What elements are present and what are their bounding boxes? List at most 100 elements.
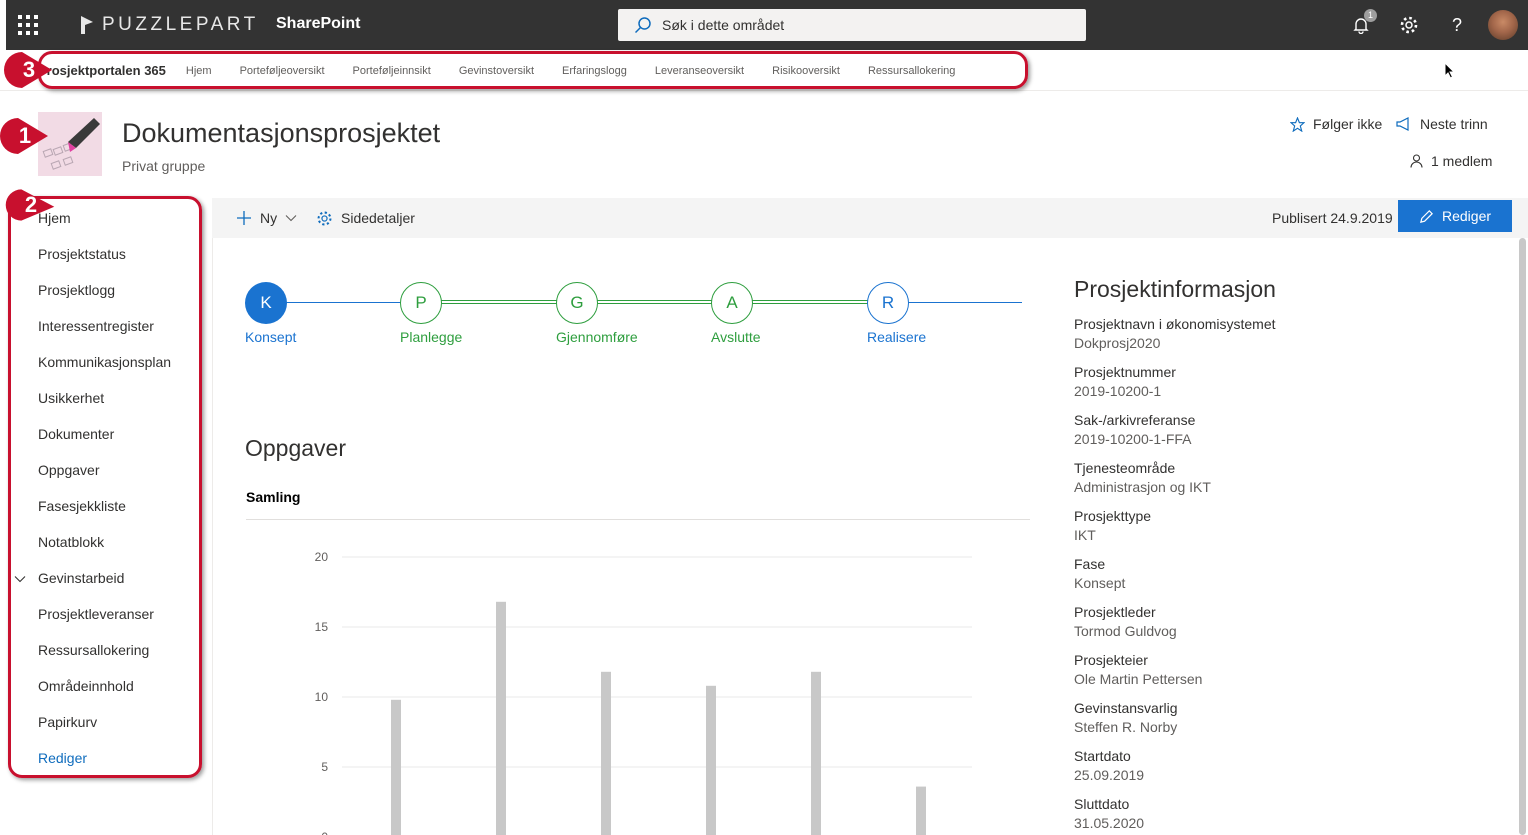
phase-planlegge-label[interactable]: Planlegge [400,329,462,345]
info-field-label: Sak-/arkivreferanse [1074,412,1196,428]
question-mark-icon: ? [1451,14,1462,35]
person-icon [1410,154,1423,168]
gear-icon [317,211,332,225]
edit-page-button[interactable]: Rediger [1398,200,1512,232]
info-field-value: Steffen R. Norby [1074,719,1178,735]
phase-realisere-circle[interactable]: R [867,282,909,324]
phase-konsept-circle[interactable]: K [245,282,287,324]
next-step-button[interactable]: Neste trinn [1396,116,1488,132]
info-field-value: IKT [1074,527,1096,543]
search-box[interactable]: Søk i dette området [618,9,1086,41]
command-bar: Ny Sidedetaljer Publisert 24.9.2019 Redi… [212,198,1528,238]
info-field-label: Sluttdato [1074,796,1130,812]
phase-gjennomfore-circle[interactable]: G [556,282,598,324]
search-placeholder: Søk i dette området [662,17,785,33]
published-status: Publisert 24.9.2019 [1272,210,1393,226]
chart-bar[interactable] [601,671,611,835]
info-field-label: Gevinstansvarlig [1074,700,1178,716]
brand-logo[interactable]: PUZZLEPART [80,13,259,37]
next-step-label: Neste trinn [1420,116,1488,132]
info-field-label: Prosjekteier [1074,652,1148,668]
chart-y-tick-label: 15 [315,620,329,634]
app-name[interactable]: SharePoint [276,15,360,33]
phase-konsept-label[interactable]: Konsept [245,329,296,345]
chart-y-tick-label: 10 [315,690,329,704]
brand-name: PUZZLEPART [102,14,259,35]
chart-separator [246,519,1030,520]
edit-page-label: Rediger [1441,208,1492,224]
puzzle-logo-icon [81,16,93,34]
chart-title: Samling [246,489,301,505]
page-details-label: Sidedetaljer [341,210,415,226]
star-icon [1290,116,1305,132]
new-button[interactable]: Ny [236,198,297,238]
info-field-label: Fase [1074,556,1106,572]
suite-bar: PUZZLEPART SharePoint Søk i dette område… [6,0,1528,50]
pencil-icon [1420,209,1433,223]
gear-icon [1400,16,1418,34]
page-scrollbar[interactable] [1519,238,1526,835]
project-info-title: Prosjektinformasjon [1074,276,1276,302]
user-avatar[interactable] [1488,10,1518,40]
follow-button[interactable]: Følger ikke [1290,116,1382,132]
info-field-value: 2019-10200-1 [1074,383,1162,399]
phase-connector [421,300,577,304]
info-field-value: Dokprosj2020 [1074,335,1161,351]
notification-count-badge: 1 [1364,9,1377,22]
info-field-label: Prosjektnavn i økonomisystemet [1074,316,1276,332]
new-label: Ny [260,210,278,226]
notifications-button[interactable]: 1 [1348,9,1377,38]
phase-avslutte-circle[interactable]: A [711,282,753,324]
info-field-value: Administrasjon og IKT [1074,479,1211,495]
follow-label: Følger ikke [1313,116,1383,132]
plus-icon [237,211,251,225]
info-field-label: Tjenesteområde [1074,460,1176,476]
info-field-value: Tormod Guldvog [1074,623,1177,639]
settings-button[interactable] [1396,12,1422,38]
chart-y-tick-label: 0 [321,830,328,835]
mouse-cursor-icon [1444,62,1456,79]
site-header: Dokumentasjonsprosjektet Privat gruppe F… [0,92,1528,192]
tasks-section-title: Oppgaver [245,435,347,461]
app-launcher-icon[interactable] [16,13,40,37]
chart-y-tick-label: 20 [315,550,329,564]
phase-planlegge-circle[interactable]: P [400,282,442,324]
info-field-label: Startdato [1074,748,1131,764]
chart-bar[interactable] [391,699,401,835]
chart-bar[interactable] [916,786,926,835]
phase-connector [576,300,732,304]
annotation-box-leftnav [8,196,202,778]
annotation-number-1: 1 [18,123,32,148]
site-privacy-label: Privat gruppe [122,158,206,174]
info-field-value: 31.05.2020 [1074,815,1145,831]
members-label: 1 medlem [1431,153,1493,169]
chart-bar[interactable] [811,671,821,835]
nav-divider [212,238,213,835]
page-details-button[interactable]: Sidedetaljer [316,198,415,238]
info-field-value: 25.09.2019 [1074,767,1145,783]
annotation-box-hubnav [38,51,1028,89]
info-field-label: Prosjekttype [1074,508,1152,524]
info-field-label: Prosjektnummer [1074,364,1176,380]
megaphone-icon [1396,117,1409,131]
chevron-down-icon [285,215,297,222]
members-button[interactable]: 1 medlem [1410,153,1492,169]
phase-connector [731,300,887,304]
phase-avslutte-label[interactable]: Avslutte [711,329,761,345]
phase-gjennomfore-label[interactable]: Gjennomføre [556,329,638,345]
chart-y-tick-label: 5 [321,760,328,774]
site-title: Dokumentasjonsprosjektet [122,118,441,148]
annotation-number-2: 2 [24,192,38,217]
phase-connector [266,302,422,303]
info-field-value: 2019-10200-1-FFA [1074,431,1192,447]
chart-bar[interactable] [706,685,716,835]
info-field-value: Konsept [1074,575,1126,591]
search-icon [634,17,651,34]
info-field-label: Prosjektleder [1074,604,1156,620]
chart-bar[interactable] [496,601,506,835]
phase-realisere-label[interactable]: Realisere [867,329,926,345]
annotation-number-3: 3 [22,57,36,82]
help-button[interactable]: ? [1444,12,1470,38]
info-field-value: Ole Martin Pettersen [1074,671,1203,687]
tasks-bar-chart: 20 15 10 5 0 [315,550,972,835]
